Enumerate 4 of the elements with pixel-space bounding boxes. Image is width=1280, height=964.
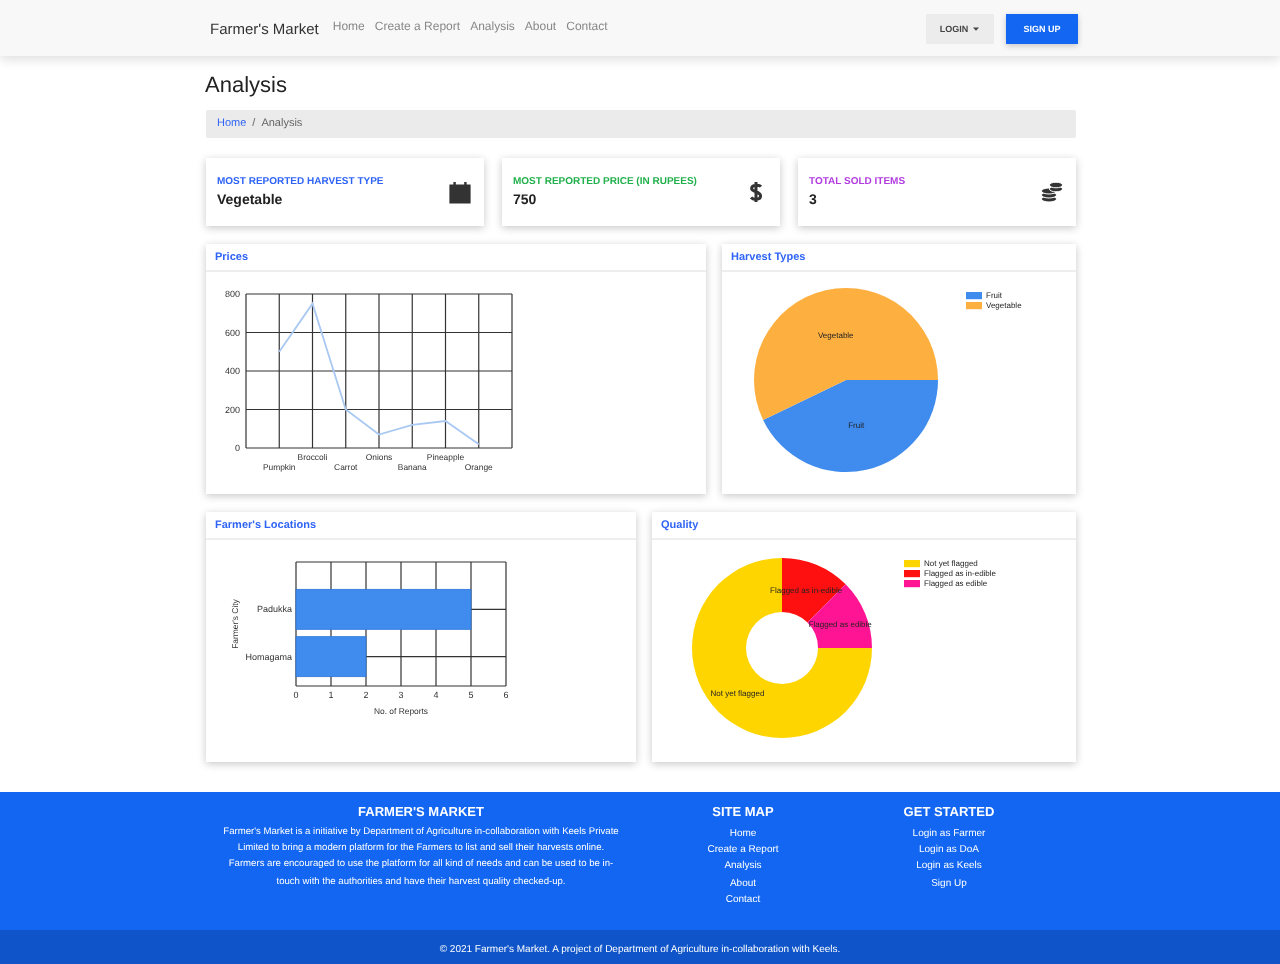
calendar-icon [447,180,471,204]
caret-icon [972,25,981,31]
page-title: Analysis [205,74,289,98]
coins-icon [1039,180,1063,204]
